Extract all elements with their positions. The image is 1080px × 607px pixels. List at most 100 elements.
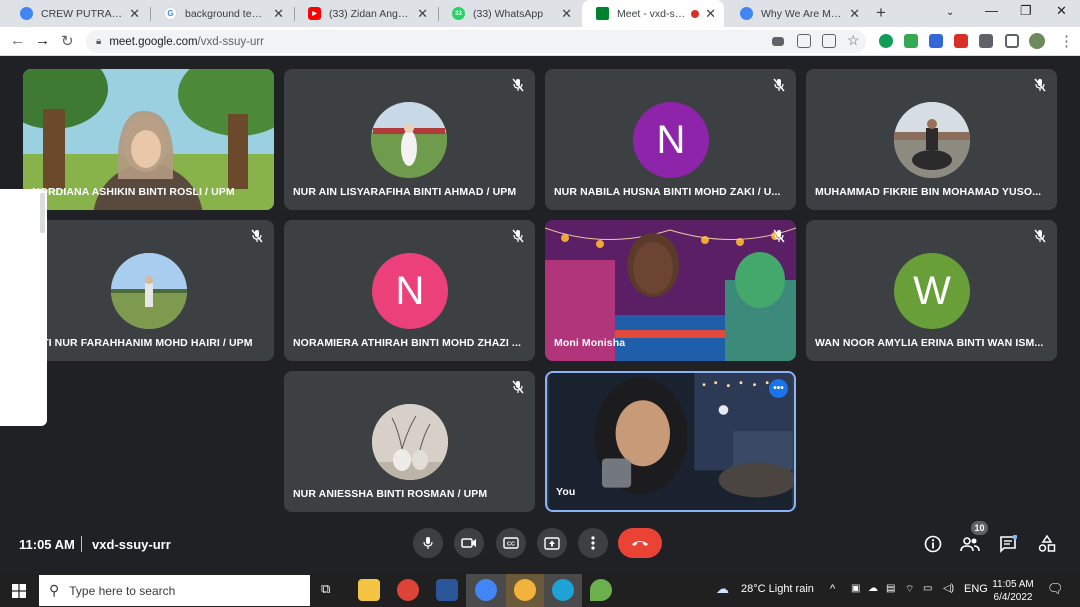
tray-app-icon[interactable]: ▣ [851,583,860,594]
participant-tile[interactable]: W WAN NOOR AMYLIA ERINA BINTI WAN ISM... [806,220,1057,361]
youtube-icon: ▶ [308,7,321,20]
side-panel[interactable] [0,189,47,426]
taskbar-active-item[interactable] [506,574,544,607]
avatar [111,253,187,329]
tab-title: (33) WhatsApp [473,7,544,20]
taskbar-active-item[interactable] [544,574,582,607]
reload-icon[interactable]: ↻ [61,32,74,50]
chrome-menu-icon[interactable]: ⋮ [1059,32,1074,50]
weather-icon[interactable]: ☁ [716,581,729,597]
mic-off-icon [1034,229,1046,243]
windows-start-icon[interactable] [12,584,26,598]
participant-name: Moni Monisha [554,337,626,349]
browser-tab[interactable]: CREW PUTRABIKE - A ✕ [6,0,148,27]
camera-button[interactable] [454,528,484,558]
participant-tile[interactable]: NORDIANA ASHIKIN BINTI ROSLI / UPM [23,69,274,210]
participant-tile[interactable]: N NORAMIERA ATHIRAH BINTI MOHD ZHAZI ... [284,220,535,361]
camera-in-use-icon[interactable] [772,37,784,46]
self-view-tile[interactable]: ••• You [545,371,796,512]
mic-button[interactable] [413,528,443,558]
meeting-controls-bar: 11:05 AM vxd-ssuy-urr CC [0,522,1080,574]
browser-toolbar: ← → ↻ 🔒︎ meet.google.com/vxd-ssuy-urr ☆ … [0,27,1080,56]
present-button[interactable] [537,528,567,558]
participant-tile[interactable]: MUHAMMAD FIKRIE BIN MOHAMAD YUSO... [806,69,1057,210]
extension-icon[interactable] [929,34,943,48]
avatar [372,404,448,480]
volume-icon[interactable]: ◁) [943,583,954,594]
extensions-puzzle-icon[interactable] [979,34,993,48]
browser-tab[interactable]: 33 (33) WhatsApp ✕ [438,0,580,27]
activities-button[interactable] [1037,534,1057,554]
people-button[interactable] [960,534,980,554]
browser-tab[interactable]: Why We Are Meant To ✕ [726,0,868,27]
meeting-time: 11:05 AM [19,537,75,552]
participant-tile[interactable]: NUR AIN LISYARAFIHA BINTI AHMAD / UPM [284,69,535,210]
participant-count-badge: 10 [971,521,988,535]
meet-extension-icon[interactable] [904,34,918,48]
taskbar-active-item[interactable] [466,574,506,607]
mic-icon [423,537,433,549]
address-bar[interactable]: 🔒︎ meet.google.com/vxd-ssuy-urr [86,30,866,53]
participant-tile[interactable]: Moni Monisha [545,220,796,361]
participant-name: SITI NUR FARAHHANIM MOHD HAIRI / UPM [32,337,253,349]
back-icon[interactable]: ← [10,32,25,49]
side-panel-icon[interactable] [1005,34,1019,48]
close-tab-icon[interactable]: ✕ [129,6,140,22]
more-options-icon[interactable]: ••• [769,379,788,398]
lock-icon[interactable]: 🔒︎ [96,36,101,47]
new-tab-icon[interactable]: + [876,3,886,23]
taskbar-clock[interactable]: 11:05 AM 6/4/2022 [990,578,1036,604]
mic-off-icon [773,229,785,243]
extension-icon[interactable] [879,34,893,48]
tray-expand-icon[interactable]: ^ [830,583,835,595]
chrome-icon[interactable] [397,579,419,601]
whatsapp-icon: 33 [452,7,465,20]
people-icon [960,537,980,552]
battery-icon[interactable]: ▭ [923,583,932,594]
url-host: meet.google.com [109,35,198,48]
google-icon: G [164,7,177,20]
minimize-icon[interactable]: — [985,3,998,18]
info-button[interactable] [923,534,943,554]
close-tab-icon[interactable]: ✕ [705,6,716,22]
close-tab-icon[interactable]: ✕ [561,6,572,22]
scrollbar[interactable] [40,193,45,233]
avatar: N [633,102,709,178]
taskbar-search[interactable]: ⚲ Type here to search [39,575,310,606]
chat-button[interactable] [998,534,1018,554]
share-icon[interactable] [822,34,836,48]
tray-app-icon[interactable]: ▤ [886,583,895,594]
tray-app-icon[interactable]: ☁ [868,583,878,594]
avatar: N [372,253,448,329]
forward-icon[interactable]: → [35,32,50,49]
tab-search-icon[interactable]: ⌄ [946,7,954,18]
close-tab-icon[interactable]: ✕ [849,6,860,22]
app-icon[interactable] [590,579,612,601]
close-tab-icon[interactable]: ✕ [273,6,284,22]
browser-tab-active[interactable]: Meet - vxd-ssuy-u ✕ [582,0,724,27]
participant-name: NUR AIN LISYARAFIHA BINTI AHMAD / UPM [293,186,517,198]
weather-text[interactable]: 28°C Light rain [741,583,814,595]
close-window-icon[interactable]: ✕ [1056,3,1067,19]
more-options-button[interactable] [578,528,608,558]
word-icon[interactable] [436,579,458,601]
participant-tile[interactable]: NUR ANIESSHA BINTI ROSMAN / UPM [284,371,535,512]
close-tab-icon[interactable]: ✕ [417,6,428,22]
participant-tile[interactable]: N NUR NABILA HUSNA BINTI MOHD ZAKI / U..… [545,69,796,210]
participant-tile[interactable]: SITI NUR FARAHHANIM MOHD HAIRI / UPM [23,220,274,361]
captions-button[interactable]: CC [496,528,526,558]
wifi-icon[interactable]: ⌔ [905,583,914,596]
notifications-icon[interactable]: 🗨︎ [1047,581,1064,597]
language-indicator[interactable]: ENG [964,583,988,595]
restore-icon[interactable]: ❐ [1020,3,1032,19]
bookmark-star-icon[interactable]: ☆ [847,32,861,48]
file-explorer-icon[interactable] [358,579,380,601]
translate-icon[interactable] [797,34,811,48]
task-view-icon[interactable]: ⧉ [321,581,330,597]
end-call-button[interactable] [618,528,662,558]
extension-icon[interactable] [954,34,968,48]
browser-tab[interactable]: ▶ (33) Zidan Anga Cand ✕ [294,0,436,27]
participant-name: NUR ANIESSHA BINTI ROSMAN / UPM [293,488,488,500]
profile-avatar[interactable] [1029,33,1045,49]
browser-tab[interactable]: G background template ✕ [150,0,292,27]
